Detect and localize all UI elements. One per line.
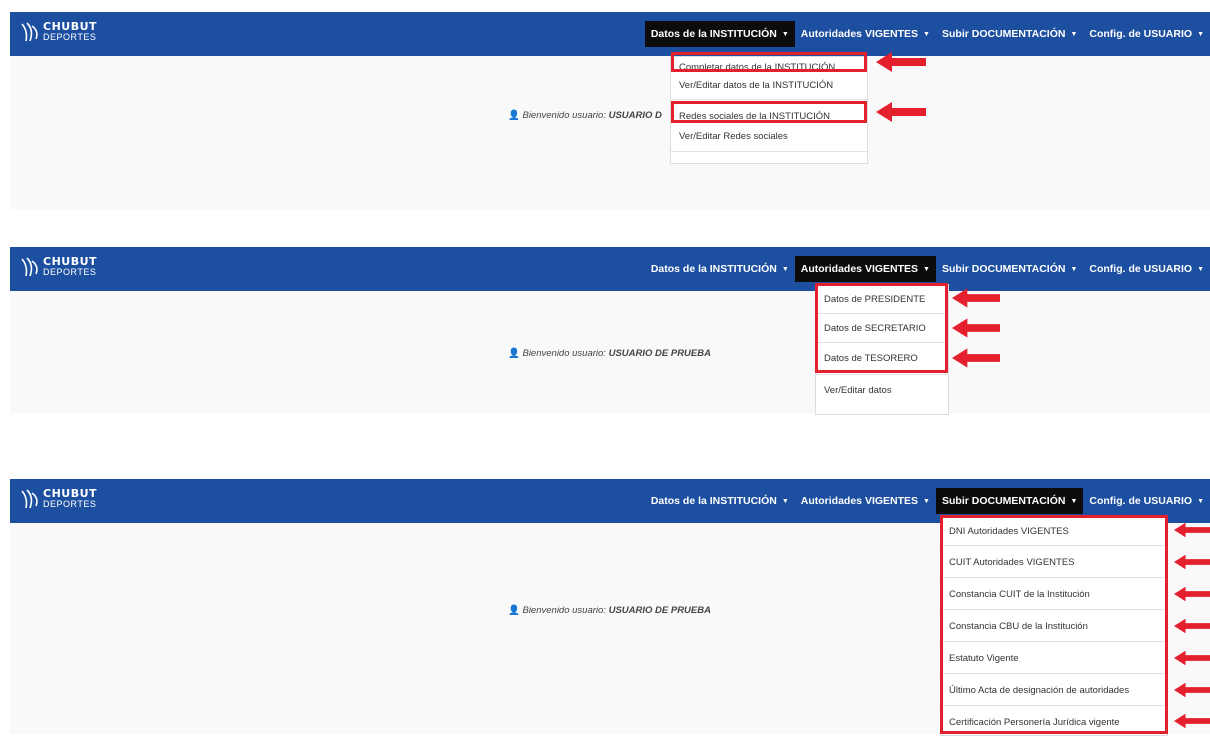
nav-autoridades[interactable]: Autoridades VIGENTES ▼: [795, 21, 936, 47]
welcome-user: USUARIO D: [608, 110, 662, 121]
nav-autoridades-label: Autoridades VIGENTES: [800, 263, 919, 275]
brand-logo[interactable]: CHUBUT DEPORTES: [20, 488, 97, 510]
red-arrow-left-icon: [952, 318, 1000, 338]
red-arrow-left-icon: [1174, 713, 1210, 729]
nav-menu: Datos de la INSTITUCIÓN ▼ Autoridades VIG…: [644, 21, 1210, 47]
caret-down-icon: ▼: [1197, 31, 1204, 38]
nav-config[interactable]: Config. de USUARIO ▼: [1083, 21, 1210, 47]
nav-menu: Datos de la INSTITUCIÓN ▼ Autoridades VIG…: [645, 488, 1210, 514]
nav-config[interactable]: Config. de USUARIO ▼: [1083, 488, 1210, 514]
red-arrow-left-icon: [1174, 554, 1210, 570]
welcome-prefix: Bienvenido usuario:: [522, 110, 609, 121]
user-icon: 👤: [508, 348, 520, 359]
navbar: CHUBUT DEPORTES Datos de la INSTITUCIÓN ▼ …: [10, 247, 1210, 291]
menu-item-ver-editar-datos[interactable]: Ver/Editar datos: [824, 385, 892, 396]
nav-documentacion-label: Subir DOCUMENTACIÓN: [941, 495, 1066, 507]
brand-line2: DEPORTES: [43, 267, 97, 277]
nav-documentacion[interactable]: Subir DOCUMENTACIÓN ▼: [936, 21, 1083, 47]
screenshot-panel-documentacion: CHUBUT DEPORTES Datos de la INSTITUCIÓN ▼ …: [10, 479, 1210, 736]
screenshot-panel-autoridades: CHUBUT DEPORTES Datos de la INSTITUCIÓN ▼ …: [10, 247, 1210, 415]
welcome-message: 👤 Bienvenido usuario: USUARIO DE PRUEBA: [508, 348, 711, 359]
red-arrow-left-icon: [1174, 586, 1210, 602]
divider: [671, 151, 867, 152]
menu-item-ver-editar-redes[interactable]: Ver/Editar Redes sociales: [679, 131, 788, 142]
nav-documentacion[interactable]: Subir DOCUMENTACIÓN ▼: [936, 256, 1083, 282]
red-arrow-left-icon: [952, 348, 1000, 368]
logo-mark-icon: [21, 22, 38, 42]
logo-mark-icon: [21, 489, 38, 509]
nav-documentacion-label: Subir DOCUMENTACIÓN: [941, 28, 1066, 40]
red-arrow-left-icon: [1174, 522, 1210, 538]
caret-down-icon: ▼: [1070, 31, 1078, 38]
nav-autoridades[interactable]: Autoridades VIGENTES ▼: [794, 256, 936, 282]
red-arrow-left-icon: [1174, 650, 1210, 666]
highlight-box: [671, 101, 867, 123]
welcome-message: 👤 Bienvenido usuario: USUARIO DE PRUEBA: [508, 605, 711, 616]
caret-down-icon: ▼: [781, 31, 789, 38]
caret-down-icon: ▼: [1070, 498, 1078, 505]
welcome-prefix: Bienvenido usuario:: [522, 605, 609, 616]
navbar: CHUBUT DEPORTES Datos de la INSTITUCIÓN ▼ …: [10, 12, 1210, 56]
welcome-user: USUARIO DE PRUEBA: [608, 348, 711, 359]
caret-down-icon: ▼: [1070, 266, 1078, 273]
red-arrow-left-icon: [876, 52, 926, 72]
welcome-user: USUARIO DE PRUEBA: [608, 605, 711, 616]
nav-menu: Datos de la INSTITUCIÓN ▼ Autoridades VIG…: [645, 256, 1210, 282]
caret-down-icon: ▼: [923, 498, 930, 505]
brand-line2: DEPORTES: [43, 499, 97, 509]
caret-down-icon: ▼: [1197, 498, 1204, 505]
menu-item-ver-editar-datos[interactable]: Ver/Editar datos de la INSTITUCIÓN: [679, 80, 833, 91]
divider: [671, 99, 867, 100]
nav-institucion[interactable]: Datos de la INSTITUCIÓN ▼: [645, 256, 795, 282]
brand-logo[interactable]: CHUBUT DEPORTES: [20, 21, 97, 43]
nav-config-label: Config. de USUARIO: [1089, 263, 1193, 275]
nav-config[interactable]: Config. de USUARIO ▼: [1083, 256, 1210, 282]
nav-institucion-label: Datos de la INSTITUCIÓN: [650, 263, 777, 275]
nav-institucion[interactable]: Datos de la INSTITUCIÓN ▼: [645, 488, 795, 514]
divider: [816, 374, 948, 375]
highlight-box: [940, 515, 1168, 734]
nav-institucion[interactable]: Datos de la INSTITUCIÓN ▼: [644, 21, 795, 47]
welcome-message: 👤 Bienvenido usuario: USUARIO D: [508, 110, 662, 121]
welcome-prefix: Bienvenido usuario:: [522, 348, 609, 359]
caret-down-icon: ▼: [923, 31, 930, 38]
highlight-box: [671, 52, 867, 72]
nav-config-label: Config. de USUARIO: [1089, 495, 1193, 507]
user-icon: 👤: [508, 110, 520, 121]
caret-down-icon: ▼: [923, 266, 930, 273]
red-arrow-left-icon: [952, 288, 1000, 308]
nav-autoridades[interactable]: Autoridades VIGENTES ▼: [795, 488, 936, 514]
nav-autoridades-label: Autoridades VIGENTES: [800, 28, 919, 40]
screenshot-panel-institucion: CHUBUT DEPORTES Datos de la INSTITUCIÓN ▼ …: [10, 12, 1210, 209]
red-arrow-left-icon: [1174, 618, 1210, 634]
caret-down-icon: ▼: [781, 498, 789, 505]
brand-line1: CHUBUT: [43, 255, 98, 268]
caret-down-icon: ▼: [781, 266, 789, 273]
caret-down-icon: ▼: [1197, 266, 1204, 273]
brand-line1: CHUBUT: [43, 487, 98, 500]
red-arrow-left-icon: [1174, 682, 1210, 698]
user-icon: 👤: [508, 605, 520, 616]
logo-mark-icon: [21, 257, 38, 277]
brand-logo[interactable]: CHUBUT DEPORTES: [20, 256, 97, 278]
nav-config-label: Config. de USUARIO: [1089, 28, 1193, 40]
nav-autoridades-label: Autoridades VIGENTES: [800, 495, 919, 507]
nav-documentacion[interactable]: Subir DOCUMENTACIÓN ▼: [935, 488, 1084, 514]
red-arrow-left-icon: [876, 102, 926, 122]
nav-institucion-label: Datos de la INSTITUCIÓN: [650, 28, 777, 40]
highlight-box: [815, 283, 948, 373]
nav-documentacion-label: Subir DOCUMENTACIÓN: [941, 263, 1066, 275]
brand-line1: CHUBUT: [43, 20, 98, 33]
brand-line2: DEPORTES: [43, 32, 97, 42]
nav-institucion-label: Datos de la INSTITUCIÓN: [650, 495, 777, 507]
